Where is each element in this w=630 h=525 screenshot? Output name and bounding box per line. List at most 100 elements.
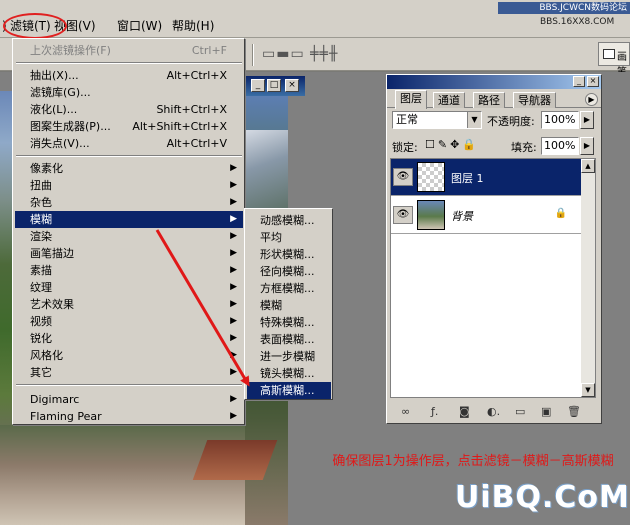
- scroll-up-icon[interactable]: ▲: [581, 159, 595, 173]
- tab-layers[interactable]: 图层: [395, 90, 427, 109]
- menu-item-motion-blur[interactable]: 动感模糊...: [247, 212, 331, 229]
- submenu-arrow-icon: ▶: [230, 265, 237, 275]
- layer-style-icon[interactable]: ƒ.: [431, 405, 438, 418]
- fill-label: 填充:: [511, 141, 537, 154]
- fill-field[interactable]: 100%: [541, 137, 579, 155]
- menu-item-label: 画笔描边: [30, 247, 74, 260]
- menu-help[interactable]: 帮助(H): [170, 17, 216, 35]
- new-group-icon[interactable]: ▭: [515, 405, 525, 418]
- submenu-arrow-icon: ▶: [230, 411, 237, 421]
- menu-item-label: 艺术效果: [30, 298, 74, 311]
- menu-item-blur[interactable]: 模糊 ▶: [15, 211, 243, 228]
- layers-scrollbar[interactable]: ▲ ▼: [581, 159, 595, 397]
- menu-item-flaming-pear[interactable]: Flaming Pear ▶: [15, 408, 243, 425]
- watermark-top-url: BBS.16XX8.COM: [540, 17, 615, 27]
- tab-navigator[interactable]: 导航器: [513, 92, 556, 108]
- maximize-icon[interactable]: □: [267, 79, 281, 92]
- menu-item-label: 方框模糊...: [260, 282, 315, 295]
- menu-item-noise[interactable]: 杂色 ▶: [15, 194, 243, 211]
- minimize-icon[interactable]: _: [251, 79, 265, 92]
- menu-item-render[interactable]: 渲染 ▶: [15, 228, 243, 245]
- menu-item-label: 动感模糊...: [260, 214, 315, 227]
- lock-options-icons[interactable]: ☐✎✥🔒: [425, 138, 479, 151]
- tab-channels[interactable]: 通道: [433, 92, 465, 108]
- submenu-arrow-icon: ▶: [230, 180, 237, 190]
- opacity-arrow-icon[interactable]: ▶: [580, 111, 594, 129]
- menu-item-label: 视频: [30, 315, 52, 328]
- menu-item-label: 杂色: [30, 196, 52, 209]
- menu-item-shortcut: Alt+Ctrl+V: [166, 137, 227, 150]
- menu-item-filter-gallery[interactable]: 滤镜库(G)...: [15, 84, 243, 101]
- menu-item-blur-more[interactable]: 进一步模糊: [247, 348, 331, 365]
- menu-item-smart-blur[interactable]: 特殊模糊...: [247, 314, 331, 331]
- menu-item-shape-blur[interactable]: 形状模糊...: [247, 246, 331, 263]
- palette-minimize-icon[interactable]: _: [573, 76, 585, 87]
- menu-window[interactable]: 窗口(W): [115, 17, 164, 35]
- layer-row-layer1[interactable]: 👁 图层 1: [391, 159, 595, 196]
- tab-paths[interactable]: 路径: [473, 92, 505, 108]
- layer-name: 背景: [451, 210, 473, 223]
- filter-highlight-oval: [3, 13, 67, 39]
- eye-icon[interactable]: 👁: [393, 206, 413, 224]
- menu-item-shortcut: Shift+Ctrl+X: [156, 103, 227, 116]
- menu-item-shortcut: Alt+Shift+Ctrl+X: [132, 120, 227, 133]
- submenu-arrow-icon: ▶: [230, 248, 237, 258]
- menu-item-lens-blur[interactable]: 镜头模糊...: [247, 365, 331, 382]
- menu-item-stylize[interactable]: 风格化 ▶: [15, 347, 243, 364]
- menu-item-other[interactable]: 其它 ▶: [15, 364, 243, 381]
- fill-arrow-icon[interactable]: ▶: [580, 137, 594, 155]
- menu-item-pattern-maker[interactable]: 图案生成器(P)... Alt+Shift+Ctrl+X: [15, 118, 243, 135]
- palette-titlebar: _ ×: [387, 75, 601, 89]
- menu-item-digimarc[interactable]: Digimarc ▶: [15, 391, 243, 408]
- scroll-down-icon[interactable]: ▼: [581, 383, 595, 397]
- menu-item-artistic[interactable]: 艺术效果 ▶: [15, 296, 243, 313]
- palette-dock-button[interactable]: 画笔: [598, 42, 630, 78]
- menu-item-brush-strokes[interactable]: 画笔描边 ▶: [15, 245, 243, 262]
- layer-row-background[interactable]: 👁 背景 🔒: [391, 197, 595, 234]
- palette-close-icon[interactable]: ×: [587, 76, 599, 87]
- menu-item-surface-blur[interactable]: 表面模糊...: [247, 331, 331, 348]
- menu-separator: [16, 62, 242, 64]
- menu-item-vanishing-point[interactable]: 消失点(V)... Alt+Ctrl+V: [15, 135, 243, 152]
- submenu-arrow-icon: ▶: [230, 214, 237, 224]
- options-separator: [252, 44, 254, 66]
- menu-item-shortcut: Alt+Ctrl+X: [166, 69, 227, 82]
- delete-layer-icon[interactable]: 🗑: [567, 405, 581, 418]
- menu-item-extract[interactable]: 抽出(X)... Alt+Ctrl+X: [15, 67, 243, 84]
- menu-item-sketch[interactable]: 素描 ▶: [15, 262, 243, 279]
- menu-item-gaussian-blur[interactable]: 高斯模糊...: [247, 382, 331, 399]
- menu-item-radial-blur[interactable]: 径向模糊...: [247, 263, 331, 280]
- menu-item-texture[interactable]: 纹理 ▶: [15, 279, 243, 296]
- close-icon[interactable]: ×: [285, 79, 299, 92]
- menu-item-blur-simple[interactable]: 模糊: [247, 297, 331, 314]
- menu-item-label: 消失点(V)...: [30, 137, 90, 150]
- menu-item-label: 素描: [30, 264, 52, 277]
- blend-mode-select[interactable]: 正常 ▼: [392, 111, 482, 129]
- menu-item-label: Digimarc: [30, 393, 80, 406]
- submenu-arrow-icon: ▶: [230, 316, 237, 326]
- opacity-field[interactable]: 100%: [541, 111, 579, 129]
- menu-bar: ) 滤镜(T) 视图(V) 窗口(W) 帮助(H) BBS.JCWCN数码论坛 …: [0, 0, 630, 39]
- menu-item-sharpen[interactable]: 锐化 ▶: [15, 330, 243, 347]
- menu-item-label: 纹理: [30, 281, 52, 294]
- menu-item-distort[interactable]: 扭曲 ▶: [15, 177, 243, 194]
- menu-item-video[interactable]: 视频 ▶: [15, 313, 243, 330]
- instruction-caption: 确保图层1为操作层，点击滤镜－模糊－高斯模糊: [332, 454, 614, 469]
- menu-item-average[interactable]: 平均: [247, 229, 331, 246]
- link-layers-icon[interactable]: ∞: [401, 405, 410, 418]
- menu-item-box-blur[interactable]: 方框模糊...: [247, 280, 331, 297]
- submenu-arrow-icon: ▶: [230, 394, 237, 404]
- menu-item-liquify[interactable]: 液化(L)... Shift+Ctrl+X: [15, 101, 243, 118]
- eye-icon[interactable]: 👁: [393, 168, 413, 186]
- add-mask-icon[interactable]: ◙: [459, 405, 470, 418]
- menu-item-pixelate[interactable]: 像素化 ▶: [15, 160, 243, 177]
- menu-item-label: 进一步模糊: [260, 350, 315, 363]
- adjustment-layer-icon[interactable]: ◐.: [487, 405, 500, 418]
- palette-menu-icon[interactable]: ▶: [585, 93, 598, 106]
- menu-item-label: 镜头模糊...: [260, 367, 315, 380]
- menu-item-label: 形状模糊...: [260, 248, 315, 261]
- new-layer-icon[interactable]: ▣: [541, 405, 551, 418]
- menu-item-label: 抽出(X)...: [30, 69, 79, 82]
- align-distribute-icons[interactable]: ▭▬▭ ╪╪╫: [262, 46, 338, 62]
- menu-item-label: 扭曲: [30, 179, 52, 192]
